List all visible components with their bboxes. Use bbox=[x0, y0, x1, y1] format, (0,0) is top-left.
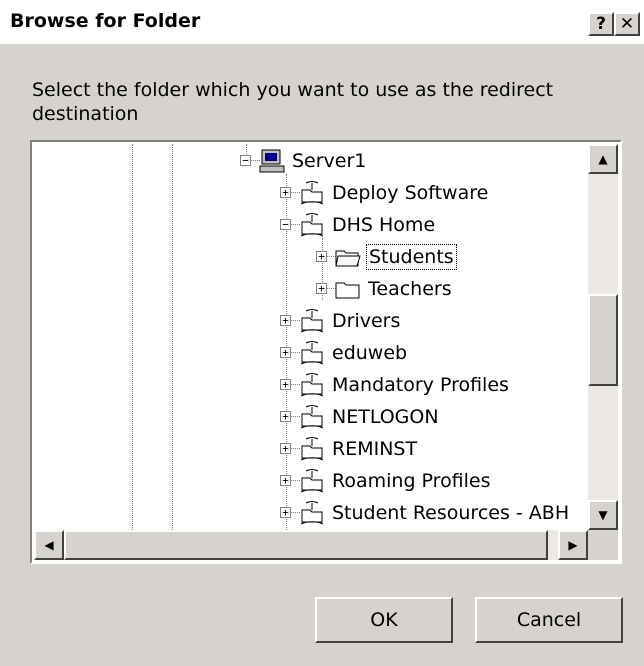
expand-toggle[interactable]: + bbox=[280, 347, 291, 358]
tree-node[interactable]: Roaming Profiles bbox=[298, 466, 493, 496]
tree-node[interactable]: Deploy Software bbox=[298, 178, 490, 208]
expand-toggle[interactable]: + bbox=[280, 315, 291, 326]
tree-node[interactable]: Teachers bbox=[334, 274, 454, 304]
tree-node[interactable]: Drivers bbox=[298, 306, 402, 336]
cancel-button[interactable]: Cancel bbox=[475, 597, 623, 643]
tree-node[interactable]: Mandatory Profiles bbox=[298, 370, 511, 400]
right-arrow-icon: ▶ bbox=[568, 538, 578, 552]
ok-button[interactable]: OK bbox=[315, 597, 453, 643]
tree-node-label: Student Resources - ABH bbox=[332, 502, 570, 524]
shared-folder-icon bbox=[298, 180, 326, 206]
shared-folder-icon bbox=[298, 308, 326, 334]
tree-node-label: Roaming Profiles bbox=[332, 470, 491, 492]
open-folder-icon bbox=[334, 244, 362, 270]
shared-folder-icon bbox=[298, 500, 326, 526]
tree-node[interactable]: Server1 bbox=[258, 146, 368, 176]
tree-node-label: DHS Home bbox=[332, 214, 436, 236]
expand-toggle[interactable]: + bbox=[280, 379, 291, 390]
scroll-left-button[interactable]: ◀ bbox=[34, 530, 64, 560]
tree-node-label: Students bbox=[366, 244, 457, 270]
shared-folder-icon bbox=[298, 340, 326, 366]
expand-toggle[interactable]: + bbox=[280, 507, 291, 518]
folder-tree-viewport: − Server1 + Deploy Software − DHS Home + Studen… bbox=[34, 144, 618, 560]
shared-folder-icon bbox=[298, 404, 326, 430]
instruction-text: Select the folder which you want to use … bbox=[32, 79, 554, 125]
tree-node[interactable]: REMINST bbox=[298, 434, 419, 464]
shared-folder-icon bbox=[298, 468, 326, 494]
expand-toggle[interactable]: + bbox=[316, 251, 327, 262]
close-button[interactable]: ✕ bbox=[614, 12, 640, 36]
expand-toggle[interactable]: + bbox=[280, 187, 291, 198]
folder-icon bbox=[334, 276, 362, 302]
help-button[interactable]: ? bbox=[588, 12, 614, 36]
collapse-toggle[interactable]: − bbox=[280, 219, 291, 230]
tree-node-label: Drivers bbox=[332, 310, 401, 332]
expand-toggle[interactable]: + bbox=[280, 475, 291, 486]
tree-node[interactable]: Student Resources - ABH bbox=[298, 498, 571, 528]
expand-toggle[interactable]: + bbox=[280, 443, 291, 454]
tree-node[interactable]: NETLOGON bbox=[298, 402, 441, 432]
scroll-right-button[interactable]: ▶ bbox=[558, 530, 588, 560]
dialog-title: Browse for Folder bbox=[10, 10, 201, 32]
tree-node-label: Server1 bbox=[292, 150, 367, 172]
tree-guide-line bbox=[132, 144, 133, 540]
tree-node-label: eduweb bbox=[332, 342, 408, 364]
tree-node[interactable]: Students bbox=[334, 242, 457, 272]
tree-node[interactable]: eduweb bbox=[298, 338, 409, 368]
expand-toggle[interactable]: + bbox=[280, 411, 291, 422]
vertical-scrollbar[interactable]: ▲ ▼ bbox=[588, 144, 618, 530]
shared-folder-icon bbox=[298, 212, 326, 238]
tree-node[interactable]: DHS Home bbox=[298, 210, 437, 240]
shared-folder-icon bbox=[298, 436, 326, 462]
tree-node-label: REMINST bbox=[332, 438, 418, 460]
tree-node-label: NETLOGON bbox=[332, 406, 439, 428]
scroll-down-button[interactable]: ▼ bbox=[588, 500, 618, 530]
tree-node-label: Teachers bbox=[368, 278, 452, 300]
collapse-toggle[interactable]: − bbox=[240, 155, 251, 166]
tree-guide-line bbox=[172, 144, 173, 540]
horizontal-scroll-thumb[interactable] bbox=[64, 530, 548, 560]
title-bar: Browse for Folder ? ✕ bbox=[0, 0, 644, 44]
folder-tree[interactable]: − Server1 + Deploy Software − DHS Home + Studen… bbox=[30, 140, 622, 564]
left-arrow-icon: ◀ bbox=[44, 538, 54, 552]
scroll-up-button[interactable]: ▲ bbox=[588, 144, 618, 174]
vertical-scroll-thumb[interactable] bbox=[588, 294, 618, 386]
server-computer-icon bbox=[258, 148, 286, 174]
tree-node-label: Deploy Software bbox=[332, 182, 489, 204]
browse-for-folder-dialog: Browse for Folder ? ✕ Select the folder … bbox=[0, 0, 644, 666]
tree-node-label: Mandatory Profiles bbox=[332, 374, 509, 396]
expand-toggle[interactable]: + bbox=[316, 283, 327, 294]
scrollbar-corner bbox=[588, 530, 618, 560]
down-arrow-icon: ▼ bbox=[598, 508, 608, 522]
shared-folder-icon bbox=[298, 372, 326, 398]
horizontal-scrollbar[interactable]: ◀ ▶ bbox=[34, 530, 588, 560]
up-arrow-icon: ▲ bbox=[598, 152, 608, 166]
